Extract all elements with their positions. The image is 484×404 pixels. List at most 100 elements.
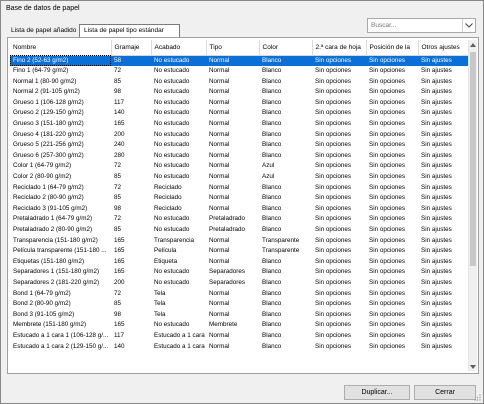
scroll-down-arrow-icon[interactable]: [469, 362, 477, 371]
table-row[interactable]: Membrete (151-180 g/m2) 165 No estucado Mem…: [10, 320, 468, 331]
cell-color: Blanco: [262, 268, 282, 276]
cell-position: Sin opciones: [369, 236, 406, 244]
cell-name: Fino 2 (52-63 g/m2): [10, 55, 111, 67]
table-row[interactable]: Pretaladrado 2 (80-90 g/m2) 85 No estucado…: [10, 225, 468, 236]
cell-finish: No estucado: [154, 151, 190, 159]
cell-type: Normal: [209, 120, 230, 128]
cell-grammage: 85: [114, 194, 122, 202]
cell-second-side: Sin opciones: [315, 257, 352, 265]
table-row[interactable]: Estucado a 1 cara 1 (106-128 g/... 117 Est…: [10, 331, 468, 342]
scroll-up-arrow-icon[interactable]: [469, 40, 477, 49]
cell-type: Normal: [209, 310, 230, 318]
cell-second-side: Sin opciones: [315, 342, 352, 350]
table-row[interactable]: Grueso 1 (106-128 g/m2) 117 No estucado Nor…: [10, 98, 468, 109]
cell-position: Sin opciones: [369, 194, 406, 202]
table-row[interactable]: Reciclado 2 (80-90 g/m2) 85 Reciclado Norma…: [10, 193, 468, 204]
cell-color: Blanco: [262, 310, 282, 318]
search-combobox[interactable]: [367, 18, 476, 33]
header-second-side[interactable]: 2.ª cara de hoja: [312, 40, 367, 56]
scrollbar-thumb[interactable]: [470, 52, 476, 266]
header-position[interactable]: Posición de la: [366, 40, 419, 56]
cell-finish: No estucado: [154, 173, 190, 181]
table-row[interactable]: Grueso 4 (181-220 g/m2) 200 No estucado Nor…: [10, 130, 468, 141]
cell-other-settings: Sin ajustes: [421, 289, 452, 297]
table-row[interactable]: Bond 3 (91-105 g/m2) 98 Tela Normal Blanco Si…: [10, 310, 468, 321]
cell-second-side: Sin opciones: [315, 310, 352, 318]
table-row[interactable]: Normal 2 (91-105 g/m2) 98 No estucado Norma…: [10, 87, 468, 98]
cell-grammage: 280: [114, 151, 125, 159]
cell-type: Normal: [209, 109, 230, 117]
cell-name: Grueso 2 (129-150 g/m2): [13, 109, 84, 117]
cell-type: Normal: [209, 183, 230, 191]
table-row[interactable]: Estucado a 1 cara 2 (129-150 g/... 140 Est…: [10, 342, 468, 353]
table-row[interactable]: Color 2 (80-90 g/m2) 85 No estucado Normal A…: [10, 172, 468, 183]
tab-standard-paper-list[interactable]: Lista de papel tipo estándar: [79, 24, 180, 37]
header-other-settings[interactable]: Otros ajustes: [418, 40, 468, 56]
close-button[interactable]: Cerrar: [414, 385, 476, 400]
header-color[interactable]: Color: [259, 40, 313, 56]
cell-position: Sin opciones: [369, 331, 406, 339]
cell-finish: Tela: [154, 289, 166, 297]
window-title: Base de datos de papel: [6, 5, 80, 12]
cell-grammage: 140: [114, 109, 125, 117]
cell-name: Estucado a 1 cara 2 (129-150 g/...: [13, 342, 109, 350]
cell-other-settings: Sin ajustes: [421, 321, 452, 329]
cell-position: Sin opciones: [369, 204, 406, 212]
table-row[interactable]: Grueso 6 (257-300 g/m2) 280 No estucado Nor…: [10, 151, 468, 162]
cell-position: Sin opciones: [369, 342, 406, 350]
cell-color: Blanco: [262, 183, 282, 191]
cell-color: Blanco: [262, 257, 282, 265]
cell-name: Pretaladrado 1 (64-79 g/m2): [13, 215, 93, 223]
table-row[interactable]: Etiquetas (151-180 g/m2) 165 Etiqueta Norma…: [10, 257, 468, 268]
cell-finish: No estucado: [154, 130, 190, 138]
duplicate-button[interactable]: Duplicar...: [344, 385, 410, 400]
table-row[interactable]: Transparencia (151-180 g/m2) 165 Transpare…: [10, 236, 468, 247]
table-row[interactable]: Película transparente (151-180 ... 165 Pel…: [10, 246, 468, 257]
table-row[interactable]: Grueso 3 (151-180 g/m2) 165 No estucado Nor…: [10, 119, 468, 130]
cell-type: Normal: [209, 151, 230, 159]
cell-other-settings: Sin ajustes: [421, 278, 452, 286]
cell-second-side: Sin opciones: [315, 162, 352, 170]
table-row[interactable]: Normal 1 (80-90 g/m2) 85 No estucado Normal…: [10, 77, 468, 88]
table-row[interactable]: Separadores 2 (181-220 g/m2) 200 No estuca…: [10, 278, 468, 289]
table-row[interactable]: Separadores 1 (151-180 g/m2) 165 No estuca…: [10, 267, 468, 278]
cell-other-settings: Sin ajustes: [421, 67, 452, 75]
cell-second-side: Sin opciones: [315, 141, 352, 149]
cell-name: Reciclado 1 (64-79 g/m2): [13, 183, 84, 191]
search-dropdown-button[interactable]: [462, 19, 475, 32]
cell-second-side: Sin opciones: [315, 204, 352, 212]
cell-second-side: Sin opciones: [315, 67, 352, 75]
table-row[interactable]: Grueso 2 (129-150 g/m2) 140 No estucado Nor…: [10, 108, 468, 119]
search-input[interactable]: [368, 19, 460, 32]
table-row[interactable]: Reciclado 3 (91-105 g/m2) 98 Reciclado Norm…: [10, 204, 468, 215]
table-row[interactable]: Color 1 (64-79 g/m2) 72 No estucado Normal A…: [10, 161, 468, 172]
cell-other-settings: Sin ajustes: [421, 236, 452, 244]
cell-color: Blanco: [262, 141, 282, 149]
tab-added-paper-list[interactable]: Lista de papel añadido: [7, 25, 77, 37]
table-row[interactable]: Bond 2 (80-90 g/m2) 85 Tela Normal Blanco Sin…: [10, 299, 468, 310]
table-row[interactable]: Reciclado 1 (64-79 g/m2) 72 Reciclado Norma…: [10, 183, 468, 194]
table-row[interactable]: Pretaladrado 1 (64-79 g/m2) 72 No estucado…: [10, 214, 468, 225]
cell-position: Sin opciones: [369, 141, 406, 149]
header-type[interactable]: Tipo: [206, 40, 260, 56]
table-row[interactable]: Fino 2 (52-63 g/m2) 58 No estucado Normal Bl…: [10, 55, 468, 67]
cell-finish: Tela: [154, 310, 166, 318]
cell-color: Blanco: [262, 109, 282, 117]
cell-second-side: Sin opciones: [315, 268, 352, 276]
cell-other-settings: Sin ajustes: [421, 331, 452, 339]
table-row[interactable]: Grueso 5 (221-256 g/m2) 240 No estucado Nor…: [10, 140, 468, 151]
header-name[interactable]: Nombre: [10, 40, 112, 56]
header-finish[interactable]: Acabado: [151, 40, 207, 56]
cell-other-settings: Sin ajustes: [421, 194, 452, 202]
cell-grammage: 72: [114, 162, 122, 170]
paper-database-window: Base de datos de papel Lista de papel añ…: [0, 0, 484, 404]
header-grammage[interactable]: Gramaje: [111, 40, 152, 56]
cell-type: Normal: [209, 289, 230, 297]
vertical-scrollbar[interactable]: [468, 40, 477, 371]
paper-table: Nombre Gramaje Acabado Tipo Color 2.ª cara de…: [10, 40, 468, 371]
table-row[interactable]: Bond 1 (64-79 g/m2) 72 Tela Normal Blanco Sin…: [10, 289, 468, 300]
resize-grip-icon[interactable]: [473, 393, 481, 401]
cell-name: Color 1 (64-79 g/m2): [13, 162, 72, 170]
cell-grammage: 85: [114, 77, 122, 85]
table-row[interactable]: Fino 1 (64-79 g/m2) 72 No estucado Normal Bl…: [10, 66, 468, 77]
